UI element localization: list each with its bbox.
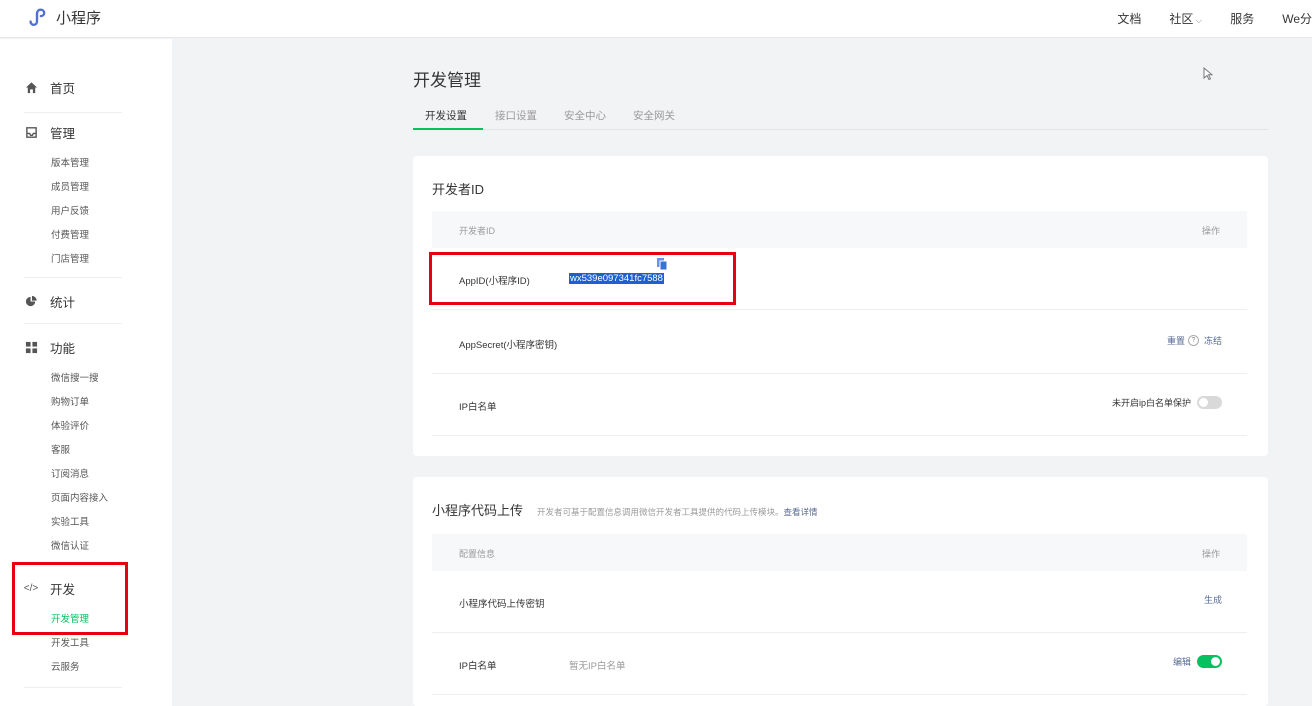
sidebar-item-stores[interactable]: 门店管理 xyxy=(24,248,122,272)
code-upload-card: 小程序代码上传 开发者可基于配置信息调用微信开发者工具提供的代码上传模块。查看详… xyxy=(413,477,1268,706)
sidebar-divider xyxy=(24,687,122,688)
sidebar-group-home: 首页 xyxy=(24,77,122,97)
logo[interactable]: 小程序 xyxy=(26,6,101,28)
header-actions: 操作 xyxy=(1201,226,1220,236)
appsecret-label: AppSecret(小程序密钥) xyxy=(459,340,558,351)
sidebar-item-version[interactable]: 版本管理 xyxy=(24,152,122,176)
chevron-down-icon: ⌵ xyxy=(1195,15,1203,25)
developer-id-table-header: 开发者ID 操作 xyxy=(432,211,1247,248)
tab-active-indicator xyxy=(413,128,483,130)
sidebar-divider xyxy=(24,323,122,324)
upload-ip-whitelist-actions: 编辑 xyxy=(1173,655,1222,668)
top-bar: 小程序 文档 社区 ⌵ 服务 We分 xyxy=(0,0,1312,38)
sidebar-item-customer-service[interactable]: 客服 xyxy=(24,439,122,463)
sidebar-item-payment[interactable]: 付费管理 xyxy=(24,224,122,248)
sidebar-item-home[interactable]: 首页 xyxy=(24,77,122,97)
ip-whitelist-row: IP白名单 未开启ip白名单保护 xyxy=(432,374,1247,436)
generate-link[interactable]: 生成 xyxy=(1204,593,1222,606)
home-icon xyxy=(24,80,38,94)
sidebar-item-label: 管理 xyxy=(50,126,76,141)
nav-community[interactable]: 社区 ⌵ xyxy=(1169,10,1202,27)
upload-ip-whitelist-value: 暂无IP白名单 xyxy=(569,661,626,672)
reset-link[interactable]: 重置 xyxy=(1167,334,1185,347)
ip-whitelist-label: IP白名单 xyxy=(459,402,497,413)
page-title: 开发管理 xyxy=(413,71,481,90)
nav-docs[interactable]: 文档 xyxy=(1117,10,1141,27)
sidebar-divider xyxy=(24,277,122,278)
upload-ip-whitelist-row: IP白名单 暂无IP白名单 编辑 xyxy=(432,633,1247,695)
developer-id-title: 开发者ID xyxy=(432,182,485,197)
annotation-highlight-appid xyxy=(429,252,736,305)
sidebar-item-shopping-orders[interactable]: 购物订单 xyxy=(24,391,122,415)
sidebar-item-members[interactable]: 成员管理 xyxy=(24,176,122,200)
tab-security-gateway[interactable]: 安全网关 xyxy=(633,108,675,123)
annotation-highlight-develop xyxy=(12,562,128,635)
code-upload-title: 小程序代码上传 xyxy=(432,503,524,518)
sidebar-item-experience-review[interactable]: 体验评价 xyxy=(24,415,122,439)
freeze-link[interactable]: 冻结 xyxy=(1204,334,1222,347)
code-upload-subtitle-text: 开发者可基于配置信息调用微信开发者工具提供的代码上传模块。 xyxy=(537,507,784,517)
developer-id-card: 开发者ID 开发者ID 操作 AppID(小程序ID) wx539e097341… xyxy=(413,156,1268,456)
sidebar-group-stats: 统计 xyxy=(24,291,122,311)
inbox-icon xyxy=(24,125,38,139)
nav-community-label: 社区 xyxy=(1169,12,1194,26)
code-upload-subtitle: 开发者可基于配置信息调用微信开发者工具提供的代码上传模块。查看详情 xyxy=(537,506,818,518)
tab-security-center[interactable]: 安全中心 xyxy=(564,108,606,123)
sidebar-item-label: 功能 xyxy=(50,341,76,356)
sidebar-item-manage[interactable]: 管理 xyxy=(24,122,122,142)
ip-whitelist-status: 未开启ip白名单保护 xyxy=(1111,398,1191,408)
upload-key-label: 小程序代码上传密钥 xyxy=(459,599,545,610)
sidebar-item-wechat-search[interactable]: 微信搜一搜 xyxy=(24,367,122,391)
pie-chart-icon xyxy=(24,294,38,308)
code-upload-header: 小程序代码上传 开发者可基于配置信息调用微信开发者工具提供的代码上传模块。查看详… xyxy=(432,500,818,519)
upload-ip-toggle[interactable] xyxy=(1197,655,1222,668)
tab-dev-settings[interactable]: 开发设置 xyxy=(425,108,467,123)
appsecret-actions: 重置 ? 冻结 xyxy=(1167,334,1222,347)
sidebar-item-experiment-tools[interactable]: 实验工具 xyxy=(24,511,122,535)
nav-services[interactable]: 服务 xyxy=(1230,10,1254,27)
grid-icon xyxy=(24,340,38,354)
sidebar-group-manage: 管理 版本管理 成员管理 用户反馈 付费管理 门店管理 xyxy=(24,122,122,272)
nav-we-analysis[interactable]: We分 xyxy=(1282,10,1312,27)
top-nav: 文档 社区 ⌵ 服务 We分 xyxy=(1117,10,1312,27)
sidebar-item-cloud-services[interactable]: 云服务 xyxy=(24,656,122,680)
sidebar-divider xyxy=(24,112,122,113)
sidebar-item-stats[interactable]: 统计 xyxy=(24,291,122,311)
mouse-cursor-icon xyxy=(1203,66,1214,84)
sidebar-item-feedback[interactable]: 用户反馈 xyxy=(24,200,122,224)
ip-protection-toggle[interactable] xyxy=(1197,396,1222,409)
header-developer-id: 开发者ID xyxy=(459,226,496,236)
tab-api-settings[interactable]: 接口设置 xyxy=(495,108,537,123)
sidebar-group-features: 功能 微信搜一搜 购物订单 体验评价 客服 订阅消息 页面内容接入 实验工具 微… xyxy=(24,337,122,559)
sidebar-item-wechat-verify[interactable]: 微信认证 xyxy=(24,535,122,559)
sidebar-item-page-content[interactable]: 页面内容接入 xyxy=(24,487,122,511)
upload-ip-whitelist-label: IP白名单 xyxy=(459,661,497,672)
header-actions: 操作 xyxy=(1201,549,1220,559)
sidebar-item-dev-tools[interactable]: 开发工具 xyxy=(24,632,122,656)
code-upload-table-header: 配置信息 操作 xyxy=(432,534,1247,571)
miniprogram-logo-icon xyxy=(29,8,46,26)
logo-text: 小程序 xyxy=(56,9,102,27)
edit-link[interactable]: 编辑 xyxy=(1173,655,1191,668)
help-icon[interactable]: ? xyxy=(1187,335,1199,346)
sidebar-item-features[interactable]: 功能 xyxy=(24,337,122,357)
upload-key-row: 小程序代码上传密钥 生成 xyxy=(432,571,1247,633)
header-config-info: 配置信息 xyxy=(459,549,496,559)
appsecret-row: AppSecret(小程序密钥) 重置 ? 冻结 xyxy=(432,312,1247,374)
sidebar-item-label: 首页 xyxy=(50,81,76,96)
view-details-link[interactable]: 查看详情 xyxy=(784,507,818,517)
sidebar-item-label: 统计 xyxy=(50,295,76,310)
ip-whitelist-actions: 未开启ip白名单保护 xyxy=(1112,396,1222,409)
tab-bar: 开发设置 接口设置 安全中心 安全网关 xyxy=(413,103,1268,130)
sidebar-item-subscribe-messages[interactable]: 订阅消息 xyxy=(24,463,122,487)
upload-key-actions: 生成 xyxy=(1204,593,1222,606)
